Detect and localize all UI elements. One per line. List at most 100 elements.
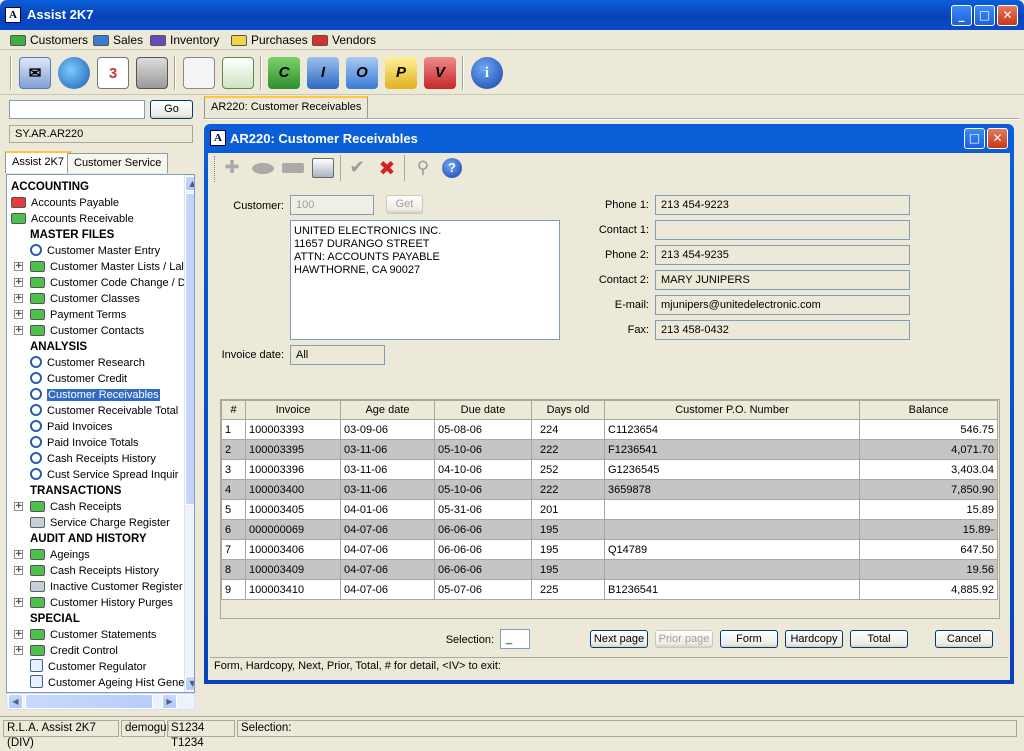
tree-item[interactable]: Customer Research <box>30 355 145 371</box>
contact-field-value[interactable] <box>655 220 910 240</box>
expand-icon[interactable]: + <box>14 278 23 287</box>
next-page-button[interactable]: Next page <box>590 630 648 648</box>
i-icon[interactable]: I <box>307 57 339 89</box>
menu-vendors[interactable]: Vendors <box>312 32 376 48</box>
table-row[interactable]: 7 100003406 04-07-06 06-06-06 195 Q14789 647.5… <box>221 539 998 560</box>
tree-item[interactable]: + Customer Code Change / D <box>14 275 186 291</box>
window-close-icon[interactable]: ✕ <box>987 128 1008 149</box>
scroll-thumb[interactable] <box>25 694 153 709</box>
table-row[interactable]: 8 100003409 04-07-06 06-06-06 195 19.56 <box>221 559 998 580</box>
tree-item[interactable]: Accounts Receivable <box>11 211 134 227</box>
c-icon[interactable]: C <box>268 57 300 89</box>
hardcopy-button[interactable]: Hardcopy <box>785 630 843 648</box>
tree-item[interactable]: Service Charge Register <box>30 515 170 531</box>
maximize-icon[interactable]: □ <box>974 5 995 26</box>
calculator-icon[interactable] <box>136 57 168 89</box>
print-icon[interactable] <box>312 158 334 178</box>
window-maximize-icon[interactable]: □ <box>964 128 985 149</box>
table-row[interactable]: 3 100003396 03-11-06 04-10-06 252 G1236545 3,4… <box>221 459 998 480</box>
menu-sales[interactable]: Sales <box>93 32 143 48</box>
contact-field-value[interactable]: 213 458-0432 <box>655 320 910 340</box>
menu-customers[interactable]: Customers <box>10 32 88 48</box>
v-icon[interactable]: V <box>424 57 456 89</box>
scroll-right-icon[interactable]: ▶ <box>162 694 177 709</box>
tree-item[interactable]: + Ageings <box>14 547 90 563</box>
contact-field-value[interactable]: MARY JUNIPERS <box>655 270 910 290</box>
minimize-icon[interactable]: _ <box>951 5 972 26</box>
contact-field-value[interactable]: 213 454-9235 <box>655 245 910 265</box>
expand-icon[interactable]: + <box>14 550 23 559</box>
o-icon[interactable]: O <box>346 57 378 89</box>
table-row[interactable]: 2 100003395 03-11-06 05-10-06 222 F1236541 4,0… <box>221 439 998 460</box>
expand-icon[interactable]: + <box>14 294 23 303</box>
cancel-icon[interactable]: ✖ <box>376 158 398 178</box>
expand-icon[interactable]: + <box>14 646 23 655</box>
close-icon[interactable]: ✕ <box>997 5 1018 26</box>
info-icon[interactable]: i <box>471 57 503 89</box>
expand-icon[interactable]: + <box>14 502 23 511</box>
expand-icon[interactable]: + <box>14 262 23 271</box>
calendar-icon[interactable]: 3 <box>97 57 129 89</box>
tree-item[interactable]: Customer Master Entry <box>30 243 160 259</box>
p-icon[interactable]: P <box>385 57 417 89</box>
tree-item[interactable]: Customer Receivables <box>30 387 160 403</box>
tree-item[interactable]: + Customer Master Lists / Lal <box>14 259 184 275</box>
help-icon[interactable]: ? <box>442 158 462 178</box>
tree-item[interactable]: + Cash Receipts History <box>14 563 159 579</box>
contact-field-value[interactable]: 213 454-9223 <box>655 195 910 215</box>
cancel-button[interactable]: Cancel <box>935 630 993 648</box>
customer-field[interactable]: 100 <box>290 195 374 215</box>
scroll-left-icon[interactable]: ◀ <box>8 694 23 709</box>
table-row[interactable]: 5 100003405 04-01-06 05-31-06 201 15.89 <box>221 499 998 520</box>
column-header[interactable]: Age date <box>340 400 435 420</box>
expand-icon[interactable]: + <box>14 566 23 575</box>
menu-purchases[interactable]: Purchases <box>231 32 308 48</box>
expand-icon[interactable]: + <box>14 598 23 607</box>
total-button[interactable]: Total <box>850 630 908 648</box>
table-row[interactable]: 9 100003410 04-07-06 05-07-06 225 B1236541 4,8… <box>221 579 998 600</box>
table-row[interactable]: 4 100003400 03-11-06 05-10-06 222 3659878 7,85… <box>221 479 998 500</box>
globe-icon[interactable] <box>58 57 90 89</box>
tree-item[interactable]: Accounts Payable <box>11 195 119 211</box>
tree-item[interactable]: + Credit Control <box>14 643 118 659</box>
column-header[interactable]: Customer P.O. Number <box>604 400 860 420</box>
form-button[interactable]: Form <box>720 630 778 648</box>
expand-icon[interactable]: + <box>14 326 23 335</box>
scroll-down-icon[interactable]: ▼ <box>185 676 194 691</box>
search-input[interactable] <box>9 100 145 119</box>
selection-input[interactable]: _ <box>500 629 530 649</box>
column-header[interactable]: # <box>221 400 246 420</box>
tree-item[interactable]: Customer Regulator <box>30 659 146 675</box>
tree-vertical-scrollbar[interactable]: ▲ ▼ <box>184 175 194 692</box>
tab-ar220[interactable]: AR220: Customer Receivables <box>204 96 369 118</box>
tree-horizontal-scrollbar[interactable]: ◀ ▶ <box>6 693 195 710</box>
tree-item[interactable]: Paid Invoice Totals <box>30 435 139 451</box>
go-button[interactable]: Go <box>150 100 193 119</box>
tab-assist-2k7[interactable]: Assist 2K7 <box>5 151 71 173</box>
table-row[interactable]: 1 100003393 03-09-06 05-08-06 224 C1123654 546… <box>221 419 998 440</box>
column-header[interactable]: Days old <box>531 400 605 420</box>
tree-item[interactable]: Cash Receipts History <box>30 451 156 467</box>
tree-item[interactable]: Customer Receivable Total <box>30 403 178 419</box>
table-row[interactable]: 6 000000069 04-07-06 06-06-06 195 15.89- <box>221 519 998 540</box>
tree-item[interactable]: + Cash Receipts <box>14 499 122 515</box>
spreadsheet-icon[interactable] <box>222 57 254 89</box>
tree-item[interactable]: Customer Credit <box>30 371 127 387</box>
scroll-thumb[interactable] <box>185 193 194 505</box>
mail-icon[interactable]: ✉ <box>19 57 51 89</box>
tree-item[interactable]: + Customer Contacts <box>14 323 144 339</box>
tree-item[interactable]: + Customer Classes <box>14 291 140 307</box>
column-header[interactable]: Balance <box>859 400 998 420</box>
tree-item[interactable]: + Customer History Purges <box>14 595 173 611</box>
contact-field-value[interactable]: mjunipers@unitedelectronic.com <box>655 295 910 315</box>
tree-item[interactable]: Customer Ageing Hist Gene <box>30 675 184 691</box>
tree-item[interactable]: Cust Service Spread Inquir <box>30 467 178 483</box>
scroll-up-icon[interactable]: ▲ <box>185 176 194 191</box>
report-icon[interactable] <box>183 57 215 89</box>
column-header[interactable]: Due date <box>434 400 532 420</box>
tree-item[interactable]: + Customer Statements <box>14 627 156 643</box>
tab-customer-service[interactable]: Customer Service <box>67 153 169 173</box>
menu-inventory[interactable]: Inventory <box>150 32 219 48</box>
tree-item[interactable]: + Payment Terms <box>14 307 126 323</box>
expand-icon[interactable]: + <box>14 310 23 319</box>
